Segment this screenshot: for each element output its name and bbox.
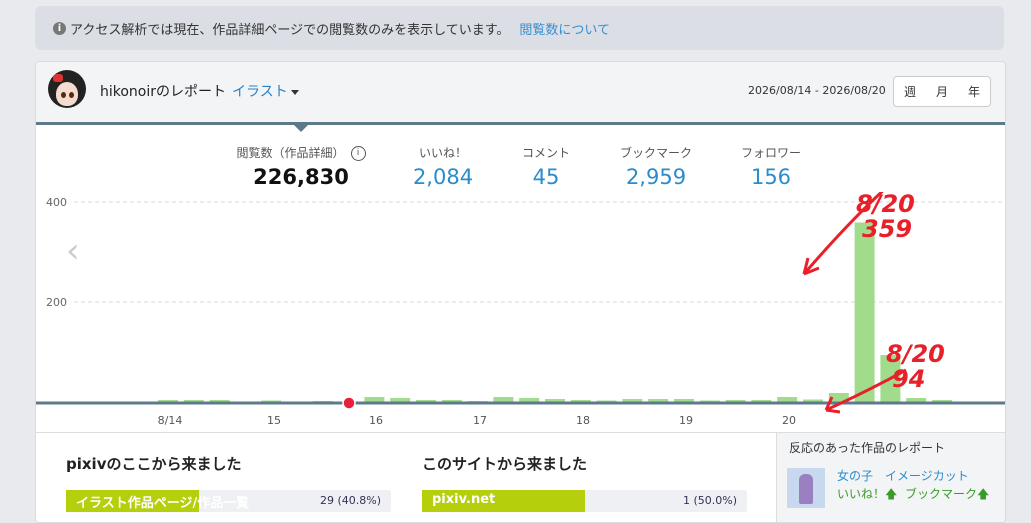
arrow-up-icon: 🡅	[885, 487, 898, 501]
stat-views-value: 226,830	[253, 165, 349, 189]
stat-bookmarks-value: 2,959	[625, 165, 687, 189]
report-owner: hikonoirのレポート	[100, 84, 227, 100]
work-thumbnail[interactable]	[787, 468, 825, 508]
notice-banner: i アクセス解析では現在、作品詳細ページでの閲覧数のみを表示しています。 閲覧数…	[35, 6, 1004, 50]
x-tick-label: 8/14	[158, 414, 183, 427]
stat-comments[interactable]: コメント 45	[506, 144, 586, 189]
avatar[interactable]	[48, 70, 86, 108]
work-title-link[interactable]: 女の子 イメージカット	[837, 467, 969, 484]
date-range: 2026/08/14 - 2026/08/20	[748, 84, 886, 97]
caret-down-icon	[290, 89, 299, 95]
x-tick-label: 19	[679, 414, 693, 427]
info-icon: i	[53, 21, 66, 35]
report-header: hikonoirのレポート イラスト 2026/08/14 - 2026/08/2…	[36, 62, 1005, 125]
annotation-value: 359	[862, 215, 912, 243]
category-dropdown[interactable]: イラスト	[232, 84, 299, 100]
chart-marker[interactable]	[342, 396, 356, 410]
period-year[interactable]: 年	[968, 83, 980, 100]
views-chart: 400200‹8/14 15 16 17 18 19 208/203598/2094	[36, 192, 1005, 427]
reacted-works-title: 反応のあった作品のレポート	[789, 441, 946, 455]
pixiv-referrer-item: イラスト作品ページ/作品一覧	[76, 496, 250, 511]
period-selector: 週 月 年	[893, 76, 991, 107]
stat-followers[interactable]: フォロワー 156	[726, 144, 816, 189]
site-referrer-bar[interactable]: pixiv.net 1 (50.0%)	[422, 490, 747, 512]
report-panel: hikonoirのレポート イラスト 2026/08/14 - 2026/08/2…	[35, 61, 1006, 523]
period-week[interactable]: 週	[904, 83, 916, 100]
referrer-section: pixivのここから来ました イラスト作品ページ/作品一覧 29 (40.8%)…	[36, 432, 1005, 522]
x-tick-label: 15	[267, 414, 281, 427]
tab-pointer-icon	[291, 122, 311, 132]
chart-prev-arrow-icon[interactable]: ‹	[66, 231, 80, 271]
notice-text: アクセス解析では現在、作品詳細ページでの閲覧数のみを表示しています。	[70, 22, 510, 38]
stat-followers-value: 156	[750, 165, 792, 189]
chart-bar	[519, 398, 540, 402]
x-tick-label: 17	[473, 414, 487, 427]
stat-likes-value: 2,084	[412, 165, 474, 189]
arrow-up-icon: 🡅	[977, 487, 990, 501]
stat-comments-label: コメント	[521, 146, 570, 160]
stat-likes[interactable]: いいね！ 2,084	[398, 144, 488, 189]
stat-comments-value: 45	[532, 165, 560, 189]
annotation-value: 94	[892, 365, 925, 393]
chart-bar	[854, 222, 875, 402]
report-title: hikonoirのレポート イラスト	[100, 81, 299, 101]
chart-bar	[777, 397, 798, 402]
pixiv-referrer-title: pixivのここから来ました	[66, 455, 242, 473]
stat-views[interactable]: 閲覧数（作品詳細） i 226,830	[236, 144, 366, 189]
stat-views-label: 閲覧数（作品詳細）	[236, 146, 345, 160]
chart-bar	[390, 398, 411, 402]
y-tick-label: 400	[46, 196, 67, 209]
x-tick-label: 16	[369, 414, 383, 427]
y-tick-label: 200	[46, 296, 67, 309]
site-referrer-title: このサイトから来ました	[422, 455, 588, 473]
period-month[interactable]: 月	[936, 83, 948, 100]
pixiv-referrer-count: 29 (40.8%)	[319, 494, 381, 507]
site-referrer-item: pixiv.net	[432, 492, 496, 507]
x-tick-label: 20	[782, 414, 796, 427]
reacted-works-panel: 反応のあった作品のレポート 女の子 イメージカット いいね！🡅 ブックマーク🡅	[776, 433, 1005, 522]
pixiv-referrer-bar[interactable]: イラスト作品ページ/作品一覧 29 (40.8%)	[66, 490, 391, 512]
annotation-date: 8/20	[886, 340, 945, 368]
views-help-link[interactable]: 閲覧数について	[519, 19, 610, 38]
chart-bar	[364, 397, 385, 402]
chart-bar	[906, 398, 927, 402]
chart-bar	[493, 397, 514, 402]
like-label: いいね！	[837, 487, 886, 501]
stat-likes-label: いいね！	[418, 146, 467, 160]
stat-bookmarks-label: ブックマーク	[619, 146, 692, 160]
stat-followers-label: フォロワー	[740, 146, 801, 160]
work-reactions: いいね！🡅 ブックマーク🡅	[837, 485, 989, 506]
bookmark-label: ブックマーク	[905, 487, 978, 501]
stat-bookmarks[interactable]: ブックマーク 2,959	[606, 144, 706, 189]
info-icon[interactable]: i	[350, 146, 366, 161]
site-referrer-count: 1 (50.0%)	[682, 494, 737, 507]
category-label: イラスト	[232, 84, 288, 100]
x-tick-label: 18	[576, 414, 590, 427]
